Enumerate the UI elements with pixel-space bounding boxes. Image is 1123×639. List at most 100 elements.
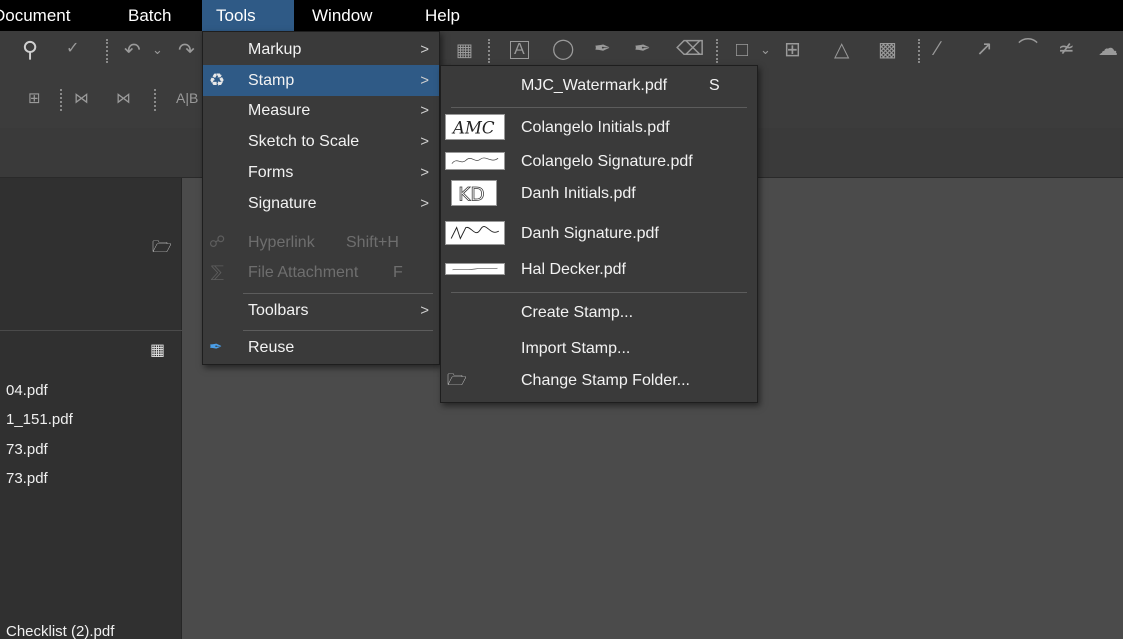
- change-stamp-folder-item[interactable]: 🗁 Change Stamp Folder...: [441, 365, 757, 396]
- menu-item-label: Hyperlink: [248, 234, 315, 251]
- search-icon[interactable]: ⚲: [22, 39, 38, 61]
- shortcut-label: F: [393, 264, 403, 281]
- page-icon[interactable]: □: [736, 40, 748, 60]
- menu-item-label: Stamp: [248, 72, 295, 89]
- menu-item-label: Import Stamp...: [521, 340, 631, 357]
- menu-separator: [243, 293, 433, 294]
- chevron-right-icon: >: [420, 72, 429, 89]
- flip-horizontal-icon[interactable]: ⋈: [74, 91, 89, 106]
- arrow-icon[interactable]: ↗: [976, 39, 993, 59]
- stamp-icon[interactable]: △: [834, 40, 849, 60]
- chevron-right-icon: >: [420, 41, 429, 58]
- folder-icon[interactable]: 🗁: [152, 236, 172, 263]
- file-list-item[interactable]: 1_151.pdf: [6, 411, 73, 428]
- toolbar-separator: [716, 39, 718, 63]
- menu-item-markup[interactable]: Markup >: [203, 34, 439, 65]
- eraser-icon[interactable]: ⌫: [676, 39, 704, 59]
- chevron-down-icon[interactable]: ⌄: [760, 43, 771, 56]
- menu-item-label: Reuse: [248, 339, 295, 356]
- menu-separator: [243, 330, 433, 331]
- redo-icon[interactable]: ↷: [178, 41, 195, 61]
- stamp-item-danh-initials[interactable]: KD Danh Initials.pdf: [441, 178, 757, 209]
- svg-text:KD: KD: [458, 184, 484, 205]
- stamp-submenu: MJC_Watermark.pdf S AMC Colangelo Initia…: [440, 65, 758, 403]
- menu-item-sketch-to-scale[interactable]: Sketch to Scale >: [203, 126, 439, 157]
- menu-item-hyperlink: ☍ Hyperlink Shift+H: [203, 227, 439, 258]
- menu-item-file-attachment: ⅀ File Attachment F: [203, 257, 439, 288]
- align-icon[interactable]: ⊞: [28, 91, 41, 106]
- crop-icon[interactable]: ▦: [456, 41, 473, 59]
- file-list-item[interactable]: 73.pdf: [6, 470, 48, 487]
- link-icon: ☍: [209, 234, 226, 251]
- menu-help[interactable]: Help: [425, 4, 460, 31]
- menu-item-reuse[interactable]: ✒ Reuse: [203, 332, 439, 363]
- highlighter-icon[interactable]: ✒: [634, 39, 651, 59]
- stamp-item-hal-decker[interactable]: Hal Decker.pdf: [441, 254, 757, 285]
- spellcheck-icon[interactable]: ✓: [66, 41, 79, 57]
- toolbar-separator: [154, 89, 156, 111]
- toolbar-separator: [488, 39, 490, 63]
- menu-item-label: Danh Signature.pdf: [521, 225, 659, 242]
- cloud-icon[interactable]: ☁: [1098, 39, 1118, 59]
- import-stamp-item[interactable]: Import Stamp...: [441, 333, 757, 364]
- menu-document[interactable]: Document: [0, 4, 70, 31]
- menu-item-stamp[interactable]: ♻ Stamp >: [203, 65, 439, 96]
- chevron-right-icon: >: [420, 133, 429, 150]
- menu-separator: [451, 292, 747, 293]
- reuse-icon: ✒: [209, 339, 223, 356]
- crop-page-icon[interactable]: ⊞: [784, 40, 801, 60]
- callout-icon[interactable]: ◯: [552, 39, 574, 59]
- text-replace-icon[interactable]: A|B: [176, 91, 198, 105]
- chevron-right-icon: >: [420, 195, 429, 212]
- stamp-thumbnail: AMC: [445, 114, 505, 140]
- panel-divider: [0, 330, 182, 331]
- polyline-icon[interactable]: ≄: [1058, 39, 1075, 59]
- menu-separator: [451, 107, 747, 108]
- paperclip-icon: ⅀: [211, 264, 224, 281]
- menu-window[interactable]: Window: [312, 4, 372, 31]
- stamp-item-watermark[interactable]: MJC_Watermark.pdf S: [441, 70, 757, 101]
- undo-icon[interactable]: ↶: [124, 41, 141, 61]
- toolbar-separator: [106, 39, 108, 63]
- snapshot-icon[interactable]: ▩: [878, 40, 897, 60]
- menu-item-label: Change Stamp Folder...: [521, 372, 690, 389]
- menu-item-measure[interactable]: Measure >: [203, 95, 439, 126]
- menu-batch[interactable]: Batch: [128, 4, 171, 31]
- chevron-right-icon: >: [420, 302, 429, 319]
- pen-icon[interactable]: ✒: [594, 39, 611, 59]
- menu-item-forms[interactable]: Forms >: [203, 157, 439, 188]
- menu-item-label: Colangelo Initials.pdf: [521, 119, 670, 136]
- stamp-thumbnail: [445, 221, 505, 245]
- chevron-down-icon[interactable]: ⌄: [152, 43, 163, 56]
- menu-item-label: Measure: [248, 102, 311, 119]
- flip-vertical-icon[interactable]: ⋈: [116, 91, 131, 106]
- menubar: Document Batch Tools Window Help: [0, 0, 1123, 31]
- menu-item-label: Colangelo Signature.pdf: [521, 153, 693, 170]
- calendar-icon[interactable]: ▦: [150, 340, 165, 360]
- arc-icon[interactable]: ⌒: [1018, 39, 1038, 59]
- tools-menu: Markup > ♻ Stamp > Measure > Sketch to S…: [202, 31, 440, 365]
- create-stamp-item[interactable]: Create Stamp...: [441, 297, 757, 328]
- stamp-item-danh-signature[interactable]: Danh Signature.pdf: [441, 218, 757, 249]
- shortcut-label: S: [709, 77, 720, 94]
- menu-item-toolbars[interactable]: Toolbars >: [203, 295, 439, 326]
- toolbar-separator: [918, 39, 920, 63]
- menu-item-label: Hal Decker.pdf: [521, 261, 626, 278]
- stamp-item-colangelo-initials[interactable]: AMC Colangelo Initials.pdf: [441, 112, 757, 143]
- file-list-item[interactable]: 04.pdf: [6, 382, 48, 399]
- menu-item-signature[interactable]: Signature >: [203, 188, 439, 219]
- file-list-item[interactable]: Checklist (2).pdf: [6, 623, 114, 639]
- file-list-item[interactable]: 73.pdf: [6, 441, 48, 458]
- menu-tools[interactable]: Tools: [202, 0, 294, 31]
- menu-item-label: Forms: [248, 164, 294, 181]
- chevron-right-icon: >: [420, 164, 429, 181]
- text-box-icon[interactable]: A: [510, 41, 529, 59]
- menu-item-label: File Attachment: [248, 264, 359, 281]
- shortcut-label: Shift+H: [346, 234, 399, 251]
- chevron-right-icon: >: [420, 102, 429, 119]
- stamp-thumbnail: [445, 263, 505, 275]
- menu-item-label: Toolbars: [248, 302, 309, 319]
- folder-icon: 🗁: [447, 372, 467, 389]
- stamp-item-colangelo-signature[interactable]: Colangelo Signature.pdf: [441, 146, 757, 177]
- line-icon[interactable]: ∕: [936, 39, 939, 59]
